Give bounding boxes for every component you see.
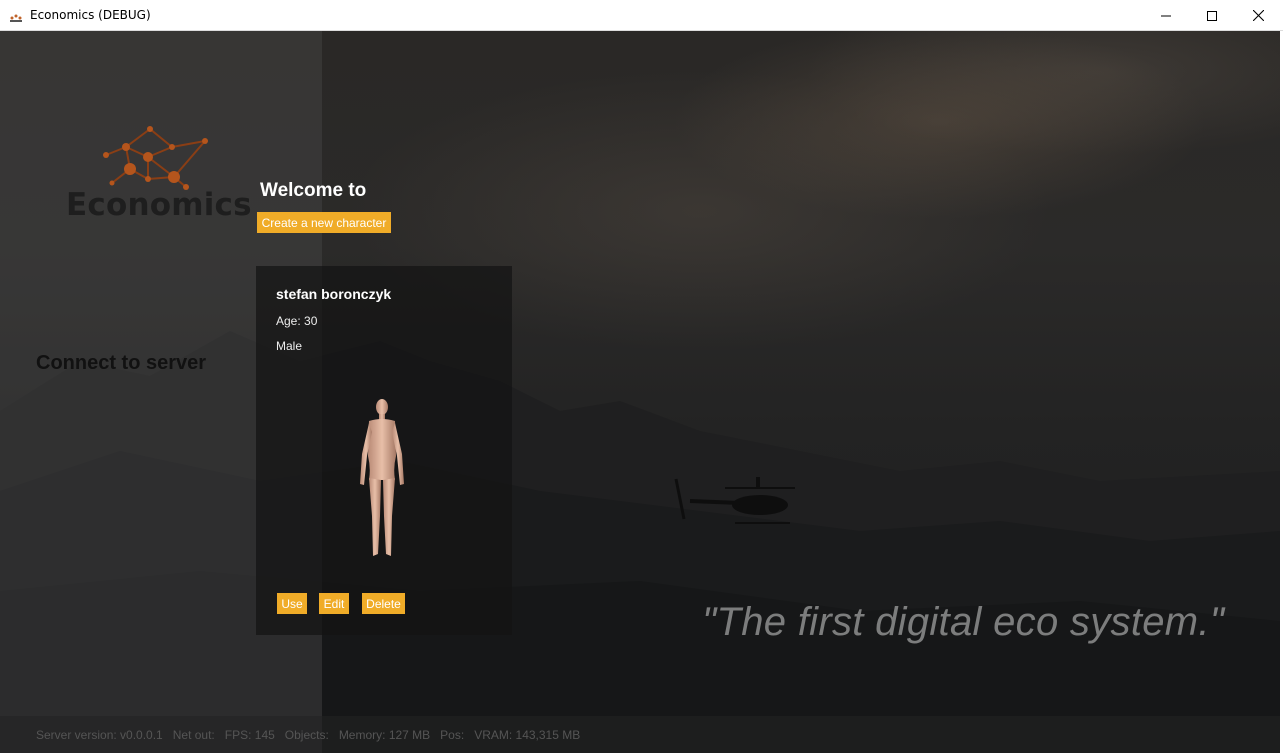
connect-to-server-heading: Connect to server <box>36 352 207 374</box>
window-title: Economics (DEBUG) <box>30 8 151 22</box>
server-version: Server version: v0.0.0.1 <box>36 727 163 742</box>
use-character-button[interactable]: Use <box>277 593 307 614</box>
character-card: stefan boronczyk Age: 30 Male Use Edit D… <box>256 266 512 635</box>
minimize-icon <box>1161 11 1171 21</box>
memory-usage: Memory: 127 MB <box>338 727 431 742</box>
title-bar: Economics (DEBUG) <box>0 0 1283 31</box>
game-viewport: Economics Connect to server Welcome to C… <box>0 31 1280 753</box>
maximize-icon <box>1207 10 1217 21</box>
net-out: Net out: <box>172 727 215 742</box>
character-name: stefan boronczyk <box>276 286 392 302</box>
character-age: Age: 30 <box>276 314 318 328</box>
minimize-button[interactable] <box>1143 0 1189 31</box>
close-icon <box>1252 10 1264 21</box>
edit-character-button[interactable]: Edit <box>319 593 349 614</box>
logo-wordmark: Economics <box>66 187 252 223</box>
fps-counter: FPS: 145 <box>224 727 275 742</box>
create-character-button[interactable]: Create a new character <box>257 212 391 233</box>
maximize-button[interactable] <box>1189 0 1235 31</box>
app-icon <box>9 10 23 22</box>
tagline-quote: "The first digital eco system." <box>702 600 1225 644</box>
character-gender: Male <box>276 339 303 353</box>
character-model-preview <box>360 399 404 556</box>
close-button[interactable] <box>1235 0 1281 31</box>
welcome-heading: Welcome to <box>260 180 367 201</box>
objects-count: Objects: <box>284 727 329 742</box>
debug-status-bar: Server version: v0.0.0.1 Net out: FPS: 1… <box>0 716 1280 753</box>
position-readout: Pos: <box>440 727 465 742</box>
delete-character-button[interactable]: Delete <box>362 593 405 614</box>
vram-usage: VRAM: 143,315 MB <box>474 727 581 742</box>
